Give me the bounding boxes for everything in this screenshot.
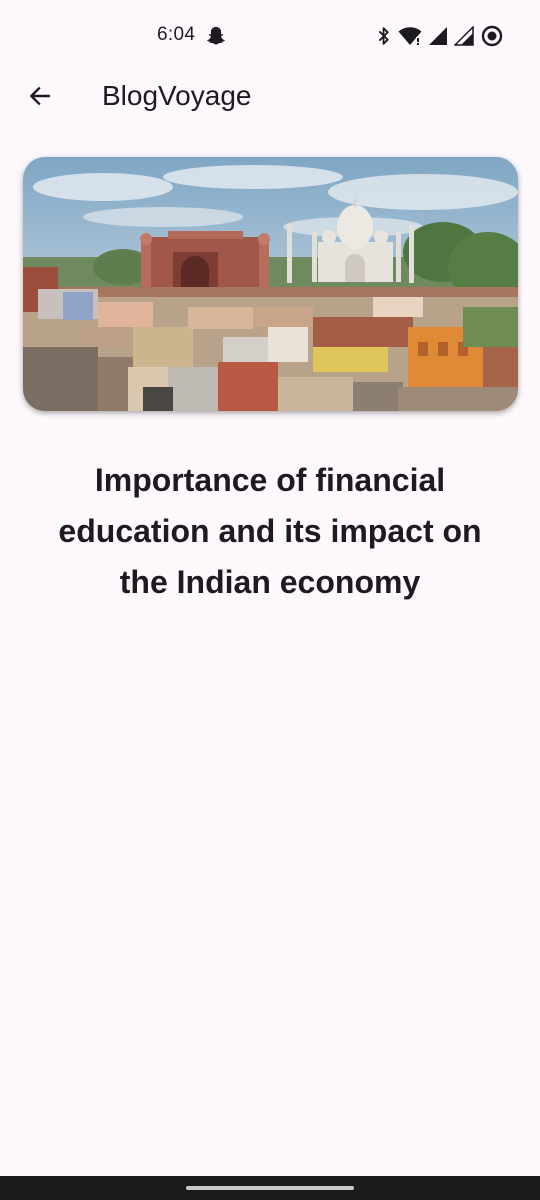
article-image[interactable]	[23, 157, 518, 411]
article-title: Importance of financial education and it…	[58, 462, 482, 600]
wifi-icon	[398, 26, 422, 46]
home-gesture-handle[interactable]	[186, 1186, 354, 1190]
status-bar: 6:04	[0, 0, 540, 72]
app-bar: BlogVoyage	[0, 72, 540, 120]
arrow-left-icon	[27, 83, 53, 114]
app-title: BlogVoyage	[102, 80, 252, 111]
record-icon	[480, 24, 504, 48]
bluetooth-icon	[376, 25, 392, 47]
signal-icon	[428, 26, 448, 46]
status-time: 6:04	[157, 24, 196, 45]
status-icons	[376, 24, 504, 48]
back-button[interactable]	[20, 78, 60, 118]
signal-icon	[454, 26, 474, 46]
screen: 6:04 BlogVoyage Importance of financial …	[0, 0, 540, 1200]
system-nav-bar	[0, 1176, 540, 1200]
snapchat-icon	[205, 25, 227, 47]
